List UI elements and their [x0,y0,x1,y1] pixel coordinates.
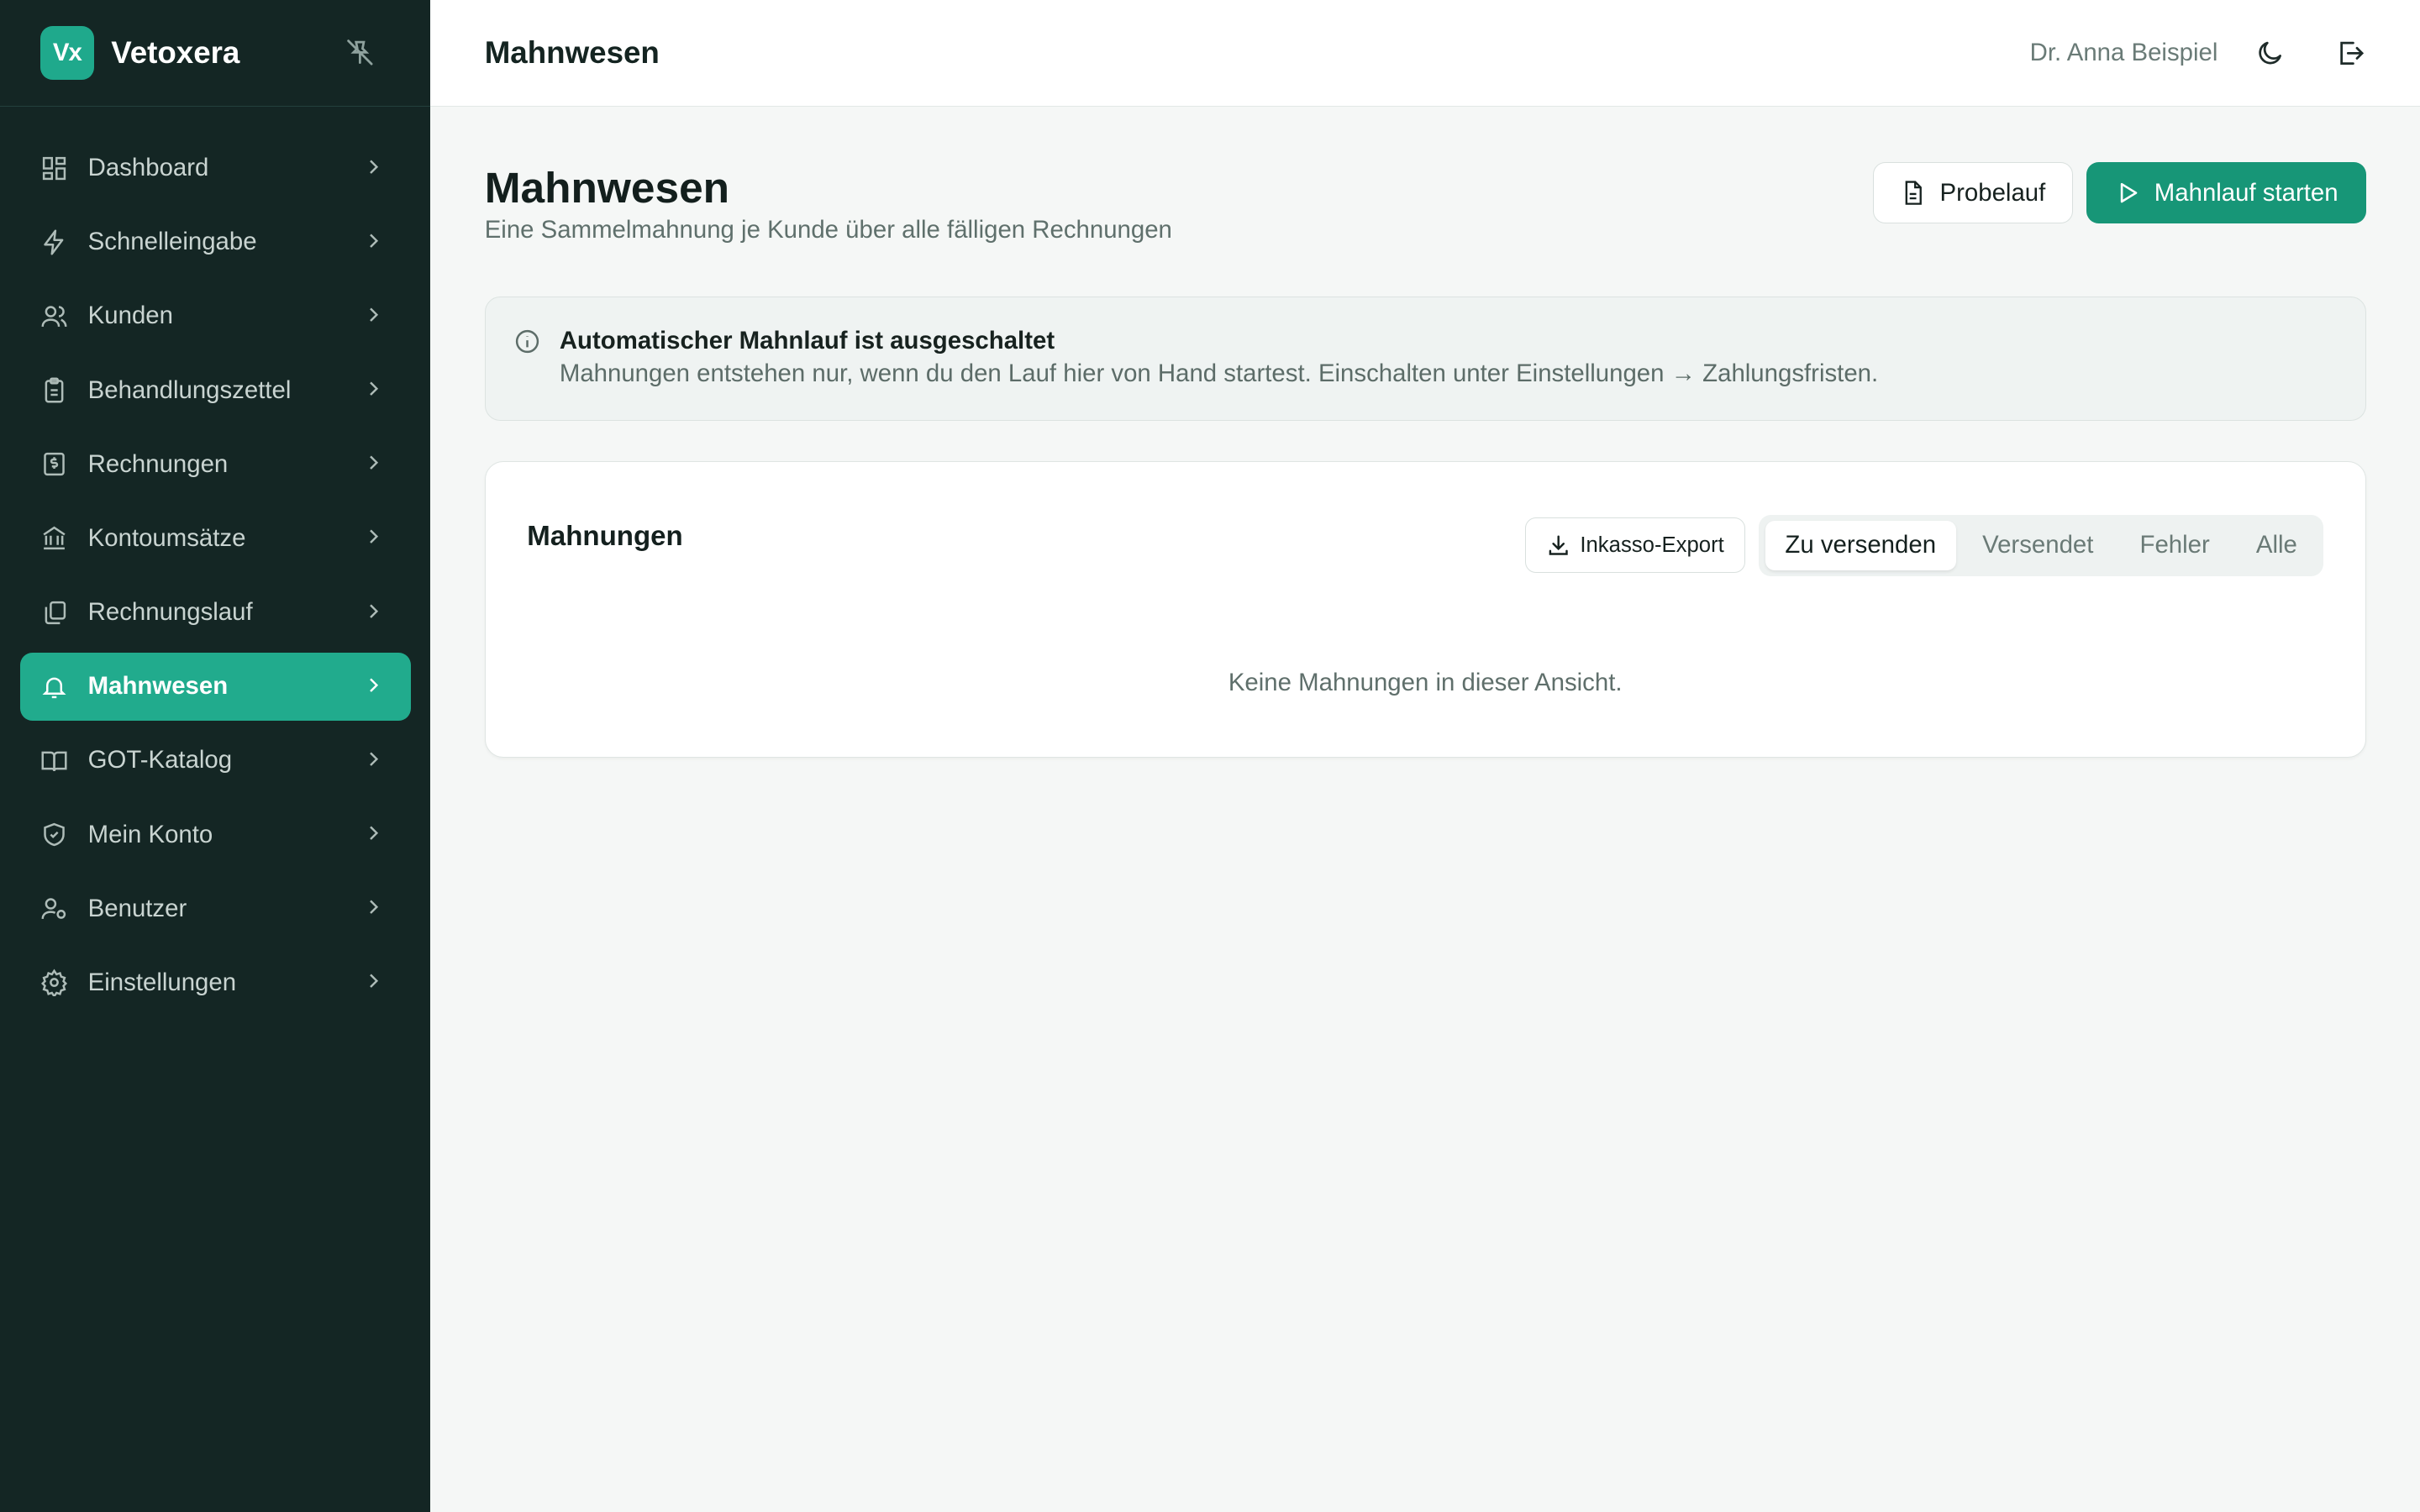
sidebar-item-label: GOT-Katalog [87,746,233,774]
brand: Vx Vetoxera [0,0,431,107]
invoice-icon [40,450,68,478]
empty-state: Keine Mahnungen in dieser Ansicht. [1228,669,1623,697]
card-tools: Inkasso-Export Zu versenden Versendet Fe… [1525,514,2324,577]
page-actions: Probelauf Mahnlauf starten [1872,161,2366,224]
status-tabs: Zu versenden Versendet Fehler Alle [1759,514,2324,577]
user-name[interactable]: Dr. Anna Beispiel [2030,39,2218,67]
info-banner: Automatischer Mahnlauf ist ausgeschaltet… [484,296,2366,422]
sidebar-item-kunden[interactable]: Kunden [20,282,411,350]
sidebar-item-einstellungen[interactable]: Einstellungen [20,948,411,1016]
sidebar: Vx Vetoxera Dashboard Schnelleingabe Kun… [0,0,431,1512]
sidebar-item-label: Einstellungen [87,968,237,996]
collection-export-button[interactable]: Inkasso-Export [1525,517,1745,574]
sidebar-item-label: Behandlungszettel [87,375,292,404]
sidebar-item-mein-konto[interactable]: Mein Konto [20,801,411,869]
sidebar-item-dashboard[interactable]: Dashboard [20,134,411,202]
chevron-right-icon [361,673,386,697]
clipboard-icon [40,376,68,404]
chevron-right-icon [361,599,386,623]
info-icon [513,328,541,355]
document-icon [1900,180,1926,206]
tab-versendet[interactable]: Versendet [1962,521,2113,570]
chevron-right-icon [361,155,386,179]
chevron-right-icon [361,302,386,327]
chevron-right-icon [361,895,386,919]
topbar-title: Mahnwesen [484,34,660,70]
chevron-right-icon [361,376,386,401]
content: Mahnwesen Eine Sammelmahnung je Kunde üb… [430,107,2420,813]
chevron-right-icon [361,228,386,253]
users-icon [40,302,68,330]
chevron-right-icon [361,969,386,993]
copy-icon [40,599,68,627]
start-dunning-button[interactable]: Mahnlauf starten [2086,161,2366,224]
user-cog-icon [40,895,68,922]
sidebar-item-got-katalog[interactable]: GOT-Katalog [20,727,411,795]
brand-name: Vetoxera [111,34,240,70]
sidebar-item-label: Dashboard [87,154,209,182]
download-icon [1546,533,1570,558]
bank-icon [40,524,68,552]
sidebar-item-rechnungen[interactable]: Rechnungen [20,430,411,498]
bell-icon [40,673,68,701]
sidebar-item-label: Kontoumsätze [87,523,246,552]
sidebar-item-mahnwesen[interactable]: Mahnwesen [19,652,411,721]
sidebar-item-label: Mahnwesen [87,672,229,701]
sidebar-item-rechnungslauf[interactable]: Rechnungslauf [20,579,411,647]
info-text: Mahnungen entstehen nur, wenn du den Lau… [559,360,1879,387]
page-header: Mahnwesen Eine Sammelmahnung je Kunde üb… [485,161,2366,290]
brand-logo: Vx [39,25,95,80]
dry-run-label: Probelauf [1939,178,2046,207]
sidebar-item-label: Kunden [87,302,173,330]
sidebar-item-label: Schnelleingabe [87,228,257,256]
tab-zu-versenden[interactable]: Zu versenden [1765,520,1956,570]
book-icon [40,747,68,774]
dunning-card: Mahnungen Inkasso-Export Zu versenden Ve… [484,461,2366,758]
info-title: Automatischer Mahnlauf ist ausgeschaltet [559,326,1055,354]
chevron-right-icon [361,524,386,549]
sidebar-item-label: Rechnungen [87,449,229,478]
dry-run-button[interactable]: Probelauf [1872,161,2073,224]
start-dunning-label: Mahnlauf starten [2154,178,2338,207]
gear-icon [40,969,68,997]
tab-fehler[interactable]: Fehler [2120,521,2230,570]
tab-alle[interactable]: Alle [2236,521,2317,570]
sidebar-item-label: Benutzer [87,894,187,922]
main-area: Mahnwesen Dr. Anna Beispiel Mahnwesen Ei… [430,0,2420,1512]
card-title: Mahnungen [527,520,683,552]
app-root: Vx Vetoxera Dashboard Schnelleingabe Kun… [0,0,2420,1512]
moon-icon[interactable] [2254,38,2286,69]
sidebar-item-schnelleingabe[interactable]: Schnelleingabe [20,208,411,276]
sidebar-item-kontoumsaetze[interactable]: Kontoumsätze [20,505,411,573]
sidebar-item-label: Rechnungslauf [87,598,253,627]
sidebar-item-label: Mein Konto [87,820,213,848]
lightning-icon [40,228,68,256]
chevron-right-icon [361,450,386,475]
sidebar-item-benutzer[interactable]: Benutzer [20,874,411,942]
chevron-right-icon [361,821,386,845]
topbar: Mahnwesen Dr. Anna Beispiel [430,0,2420,107]
logout-icon[interactable] [2335,38,2366,69]
play-icon [2114,180,2140,206]
shield-icon [40,821,68,848]
sidebar-item-behandlungszettel[interactable]: Behandlungszettel [20,356,411,424]
sidebar-nav: Dashboard Schnelleingabe Kunden Behandlu… [0,107,430,1045]
chevron-right-icon [361,747,386,771]
topbar-actions: Dr. Anna Beispiel [2030,0,2366,107]
unpin-sidebar-icon[interactable] [345,37,376,68]
collection-export-label: Inkasso-Export [1580,533,1724,557]
dashboard-icon [40,155,68,182]
